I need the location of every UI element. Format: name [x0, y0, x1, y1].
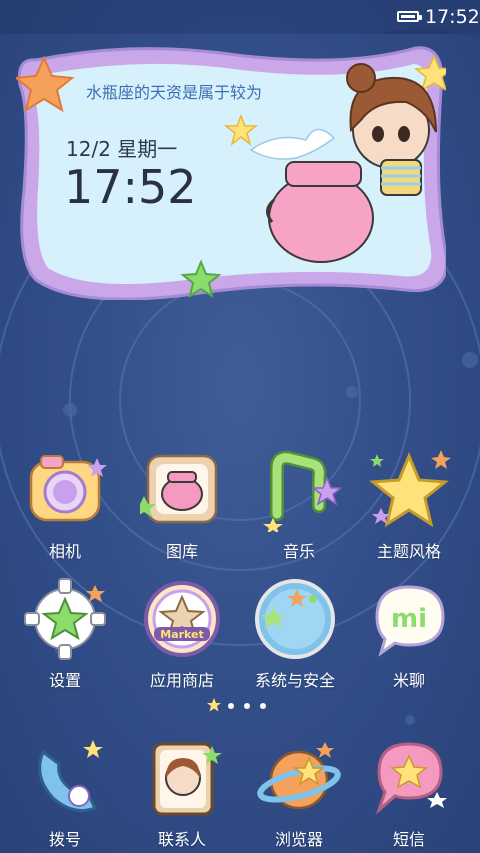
- gear-icon: [24, 578, 106, 660]
- app-label: 浏览器: [274, 830, 323, 849]
- status-bar: 17:52: [0, 0, 480, 34]
- page-dot: [260, 703, 266, 709]
- gallery-icon: [132, 454, 218, 524]
- planet-browser-icon: [257, 742, 341, 810]
- app-label: 相机: [48, 542, 81, 561]
- chat-bubble-icon: mi: [375, 585, 445, 657]
- app-label: 米聊: [392, 671, 425, 690]
- page-dot: [244, 703, 250, 709]
- camera-icon: [29, 455, 107, 522]
- globe-shield-icon: [255, 579, 335, 659]
- current-page-star-icon: [207, 698, 221, 712]
- app-settings[interactable]: 设置: [10, 577, 120, 691]
- app-label: 图库: [165, 542, 198, 561]
- dock-browser[interactable]: 浏览器: [244, 736, 354, 850]
- star-icon: [369, 450, 451, 528]
- app-label: 应用商店: [149, 671, 214, 690]
- page-indicator[interactable]: [206, 698, 276, 714]
- dock-contacts[interactable]: 联系人: [127, 736, 237, 850]
- phone-icon: [38, 740, 103, 812]
- contacts-book-icon: [152, 742, 222, 816]
- mi-badge-text: mi: [391, 604, 427, 634]
- battery-icon: [397, 11, 422, 22]
- app-label: 联系人: [157, 830, 206, 849]
- app-label: 音乐: [282, 542, 315, 561]
- horoscope-quote: 水瓶座的天资是属于较为: [86, 83, 263, 102]
- market-badge-text: Market: [160, 628, 204, 641]
- app-label: 系统与安全: [254, 671, 335, 690]
- market-icon: Market: [144, 581, 220, 657]
- app-gallery[interactable]: 图库: [127, 448, 237, 562]
- app-label: 拨号: [48, 830, 81, 849]
- app-label: 设置: [48, 671, 81, 690]
- dock-phone[interactable]: 拨号: [10, 736, 120, 850]
- app-label: 短信: [392, 830, 425, 849]
- app-market[interactable]: Market 应用商店: [127, 577, 237, 691]
- app-security[interactable]: 系统与安全: [240, 577, 350, 691]
- status-time: 17:52: [425, 6, 480, 28]
- message-bubble-icon: [375, 742, 447, 815]
- app-miliao[interactable]: mi 米聊: [354, 577, 464, 691]
- widget-date: 12/2 星期一: [66, 137, 178, 161]
- dock-messages[interactable]: 短信: [354, 736, 464, 850]
- music-note-icon: [263, 450, 344, 534]
- app-label: 主题风格: [376, 542, 441, 561]
- app-themes[interactable]: 主题风格: [354, 448, 464, 562]
- app-music[interactable]: 音乐: [244, 448, 354, 562]
- widget-clock-time: 17:52: [64, 160, 197, 214]
- app-camera[interactable]: 相机: [10, 448, 120, 562]
- page-dot: [228, 703, 234, 709]
